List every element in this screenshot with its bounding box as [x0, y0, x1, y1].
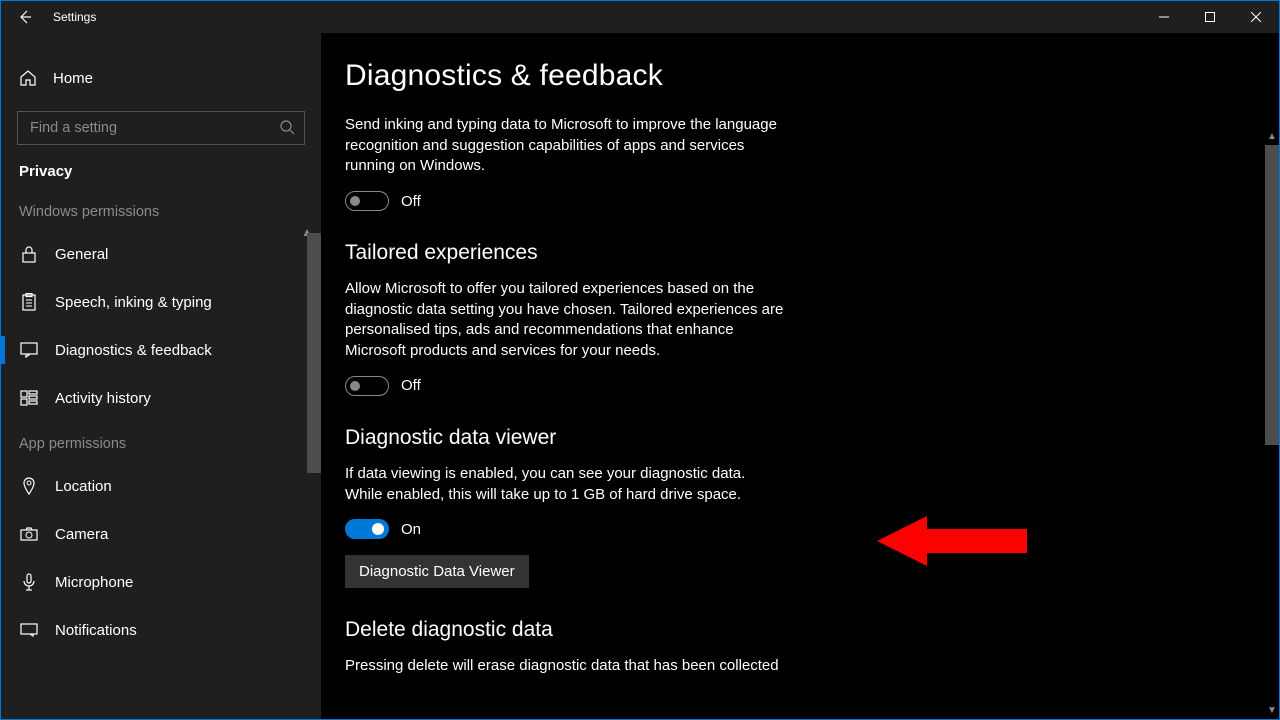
history-icon	[19, 390, 39, 406]
sidebar-item-camera[interactable]: Camera	[1, 510, 321, 558]
location-icon	[19, 477, 39, 495]
lock-icon	[19, 245, 39, 263]
tailored-toggle[interactable]	[345, 376, 389, 396]
viewer-toggle[interactable]	[345, 519, 389, 539]
sidebar-item-location[interactable]: Location	[1, 462, 321, 510]
home-nav[interactable]: Home	[1, 55, 321, 101]
window-title: Settings	[49, 10, 96, 24]
sidebar-item-label: General	[55, 246, 108, 263]
sidebar-item-general[interactable]: General	[1, 230, 321, 278]
group-app-permissions: App permissions	[1, 422, 321, 462]
delete-desc: Pressing delete will erase diagnostic da…	[345, 656, 785, 677]
camera-icon	[19, 527, 39, 541]
sidebar-scrollbar-thumb[interactable]	[307, 233, 321, 473]
tailored-state: Off	[401, 377, 421, 394]
home-label: Home	[53, 70, 93, 87]
sidebar-item-label: Diagnostics & feedback	[55, 342, 212, 359]
home-icon	[19, 69, 37, 87]
microphone-icon	[19, 573, 39, 591]
content-scroll-down[interactable]: ▼	[1265, 703, 1279, 717]
sidebar-item-label: Microphone	[55, 574, 133, 591]
improve-typing-desc: Send inking and typing data to Microsoft…	[345, 115, 785, 177]
content-scroll-up[interactable]: ▲	[1265, 129, 1279, 143]
diagnostic-data-viewer-button[interactable]: Diagnostic Data Viewer	[345, 555, 529, 588]
delete-heading: Delete diagnostic data	[345, 618, 1121, 642]
close-button[interactable]	[1233, 1, 1279, 33]
sidebar-item-label: Speech, inking & typing	[55, 294, 212, 311]
search-input[interactable]	[17, 111, 305, 145]
arrow-left-icon	[17, 9, 33, 25]
feedback-icon	[19, 342, 39, 358]
titlebar: Settings	[1, 1, 1279, 33]
clipboard-icon	[19, 293, 39, 311]
tailored-heading: Tailored experiences	[345, 241, 1121, 265]
sidebar: Home Privacy ▲ Windows permissions Gener…	[1, 33, 321, 719]
sidebar-item-activity[interactable]: Activity history	[1, 374, 321, 422]
maximize-button[interactable]	[1187, 1, 1233, 33]
page-title: Diagnostics & feedback	[345, 59, 1121, 93]
sidebar-item-speech[interactable]: Speech, inking & typing	[1, 278, 321, 326]
close-icon	[1251, 12, 1261, 22]
sidebar-item-label: Camera	[55, 526, 108, 543]
sidebar-item-diagnostics[interactable]: Diagnostics & feedback	[1, 326, 321, 374]
viewer-desc: If data viewing is enabled, you can see …	[345, 464, 785, 505]
back-button[interactable]	[1, 1, 49, 33]
maximize-icon	[1205, 12, 1215, 22]
viewer-heading: Diagnostic data viewer	[345, 426, 1121, 450]
improve-typing-toggle[interactable]	[345, 191, 389, 211]
content-scrollbar-thumb[interactable]	[1265, 145, 1279, 445]
sidebar-item-microphone[interactable]: Microphone	[1, 558, 321, 606]
group-windows-permissions: Windows permissions	[1, 190, 321, 230]
viewer-state: On	[401, 521, 421, 538]
content-area: Diagnostics & feedback Send inking and t…	[321, 33, 1279, 719]
sidebar-item-notifications[interactable]: Notifications	[1, 606, 321, 654]
minimize-icon	[1159, 12, 1169, 22]
notifications-icon	[19, 623, 39, 637]
tailored-desc: Allow Microsoft to offer you tailored ex…	[345, 279, 785, 362]
minimize-button[interactable]	[1141, 1, 1187, 33]
sidebar-item-label: Notifications	[55, 622, 137, 639]
improve-typing-state: Off	[401, 193, 421, 210]
category-label: Privacy	[1, 151, 321, 190]
annotation-arrow-icon	[877, 511, 1027, 571]
sidebar-item-label: Location	[55, 478, 112, 495]
sidebar-item-label: Activity history	[55, 390, 151, 407]
search-icon	[279, 119, 295, 135]
settings-window: Settings Home Privacy ▲ Window	[0, 0, 1280, 720]
